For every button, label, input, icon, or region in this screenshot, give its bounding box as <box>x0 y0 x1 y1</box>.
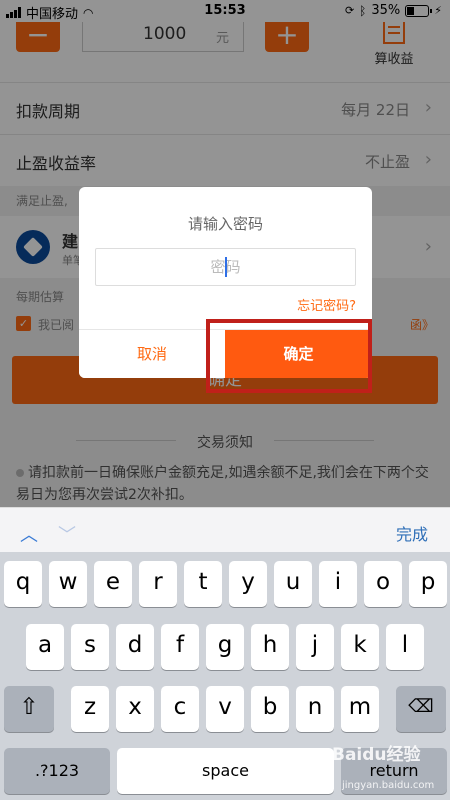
key[interactable]: q <box>4 561 42 607</box>
key[interactable]: b <box>251 686 289 732</box>
key[interactable]: d <box>116 624 154 670</box>
previous-field-icon[interactable]: ︿ <box>20 521 38 547</box>
cancel-button[interactable]: 取消 <box>79 330 225 378</box>
keyboard-toolbar: ︿ ﹀ 完成 <box>0 507 450 552</box>
backspace-icon[interactable]: ⌫ <box>396 686 446 732</box>
key[interactable]: p <box>409 561 447 607</box>
shift-icon[interactable]: ⇧ <box>4 686 54 732</box>
watermark-url: jingyan.baidu.com <box>342 780 435 791</box>
key[interactable]: y <box>229 561 267 607</box>
text-caret <box>225 257 227 277</box>
key[interactable]: i <box>319 561 357 607</box>
key[interactable]: e <box>94 561 132 607</box>
key[interactable]: t <box>184 561 222 607</box>
key[interactable]: f <box>161 624 199 670</box>
dialog-title: 请输入密码 <box>187 215 263 233</box>
next-field-icon[interactable]: ﹀ <box>58 521 76 547</box>
key[interactable]: x <box>116 686 154 732</box>
key[interactable]: c <box>161 686 199 732</box>
numbers-mode-key[interactable]: .?123 <box>4 748 110 794</box>
key[interactable]: m <box>341 686 379 732</box>
key[interactable]: s <box>71 624 109 670</box>
key[interactable]: v <box>206 686 244 732</box>
key[interactable]: w <box>49 561 87 607</box>
highlight-annotation <box>206 319 372 393</box>
key[interactable]: u <box>274 561 312 607</box>
key[interactable]: g <box>206 624 244 670</box>
key[interactable]: l <box>386 624 424 670</box>
key[interactable]: o <box>364 561 402 607</box>
key[interactable]: k <box>341 624 379 670</box>
space-key[interactable]: space <box>117 748 334 794</box>
key[interactable]: r <box>139 561 177 607</box>
forgot-password-link[interactable]: 忘记密码? <box>297 295 356 314</box>
key[interactable]: j <box>296 624 334 670</box>
key[interactable]: h <box>251 624 289 670</box>
key[interactable]: n <box>296 686 334 732</box>
key[interactable]: z <box>71 686 109 732</box>
key[interactable]: a <box>26 624 64 670</box>
keyboard-done-button[interactable]: 完成 <box>396 521 428 545</box>
watermark-brand: Baidu经验 <box>332 745 421 765</box>
